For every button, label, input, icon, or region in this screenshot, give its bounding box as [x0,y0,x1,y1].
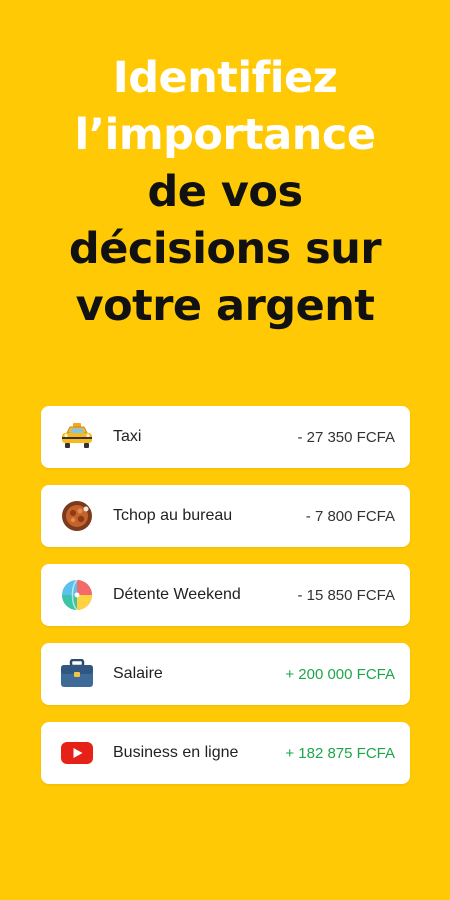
transaction-card-detente[interactable]: Détente Weekend - 15 850 FCFA [41,564,410,626]
transaction-card-salaire[interactable]: Salaire + 200 000 FCFA [41,643,410,705]
headline-line-5: votre argent [75,281,375,331]
headline-line-2: l’importance [74,110,376,160]
transaction-label: Taxi [113,428,142,445]
transaction-label: Tchop au bureau [113,507,233,524]
headline-line-4: décisions sur [68,224,382,274]
headline-line-3: de vos [147,167,303,217]
transaction-card-tchop[interactable]: Tchop au bureau - 7 800 FCFA [41,485,410,547]
youtube-icon [59,735,95,771]
transaction-amount: - 7 800 FCFA [305,507,395,525]
headline: Identifiez l’importance de vos décisions… [0,50,450,335]
headline-line-1: Identifiez [112,53,338,103]
transaction-amount: - 15 850 FCFA [297,586,395,604]
food-plate-icon [59,498,95,534]
transaction-amount: - 27 350 FCFA [297,428,395,446]
transaction-list: Taxi - 27 350 FCFA Tchop au bureau - 7 8… [41,406,410,801]
transaction-amount: + 200 000 FCFA [285,665,395,683]
transaction-amount: + 182 875 FCFA [285,744,395,762]
briefcase-icon [59,656,95,692]
transaction-label: Détente Weekend [113,586,241,603]
transaction-label: Salaire [113,665,163,682]
taxi-icon [59,419,95,455]
transaction-card-taxi[interactable]: Taxi - 27 350 FCFA [41,406,410,468]
transaction-label: Business en ligne [113,744,239,761]
beach-ball-icon [59,577,95,613]
transaction-card-business[interactable]: Business en ligne + 182 875 FCFA [41,722,410,784]
